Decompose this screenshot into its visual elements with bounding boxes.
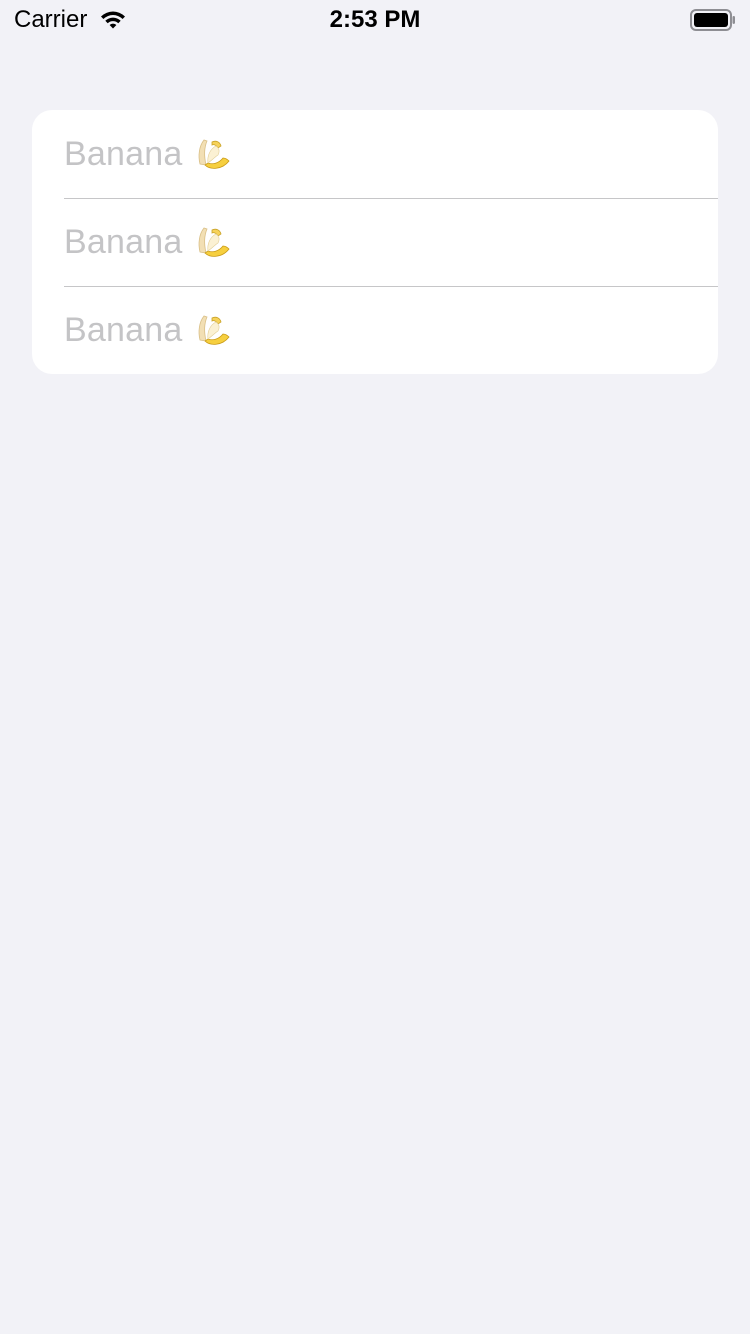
list-card: Banana Banana Banana [32, 110, 718, 374]
banana-icon [199, 227, 230, 257]
status-time: 2:53 PM [329, 6, 421, 33]
banana-icon [199, 139, 230, 169]
list-item[interactable]: Banana [32, 198, 718, 286]
list-item-label: Banana [64, 222, 183, 261]
status-bar: Carrier 2:53 PM [0, 0, 750, 40]
list-item-label: Banana [64, 134, 183, 173]
banana-icon [199, 315, 230, 345]
battery-icon [690, 9, 735, 31]
list-item[interactable]: Banana [32, 110, 718, 198]
list-item-label: Banana [64, 310, 183, 349]
list-item[interactable]: Banana [32, 286, 718, 374]
